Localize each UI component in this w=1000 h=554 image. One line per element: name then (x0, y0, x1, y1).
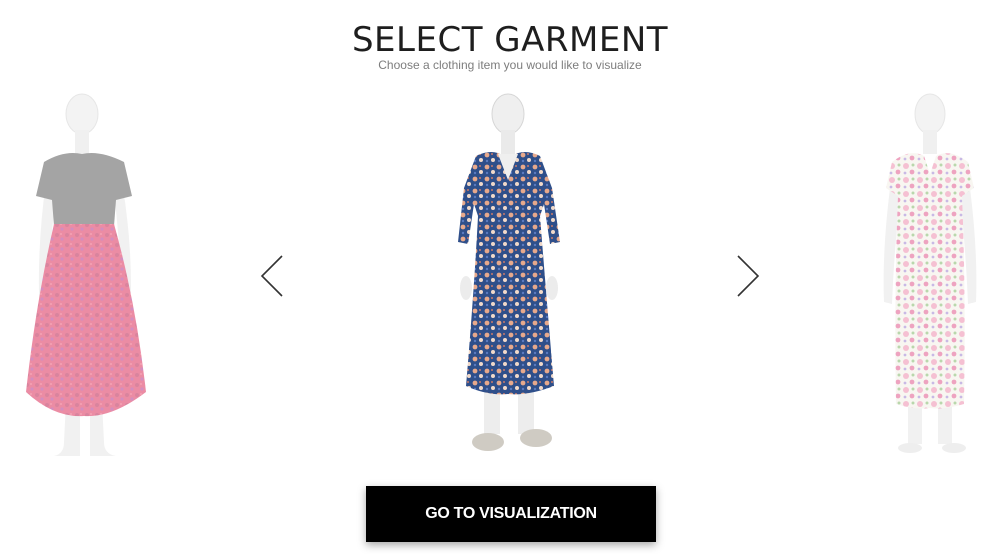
page-title: SELECT GARMENT (351, 20, 669, 60)
chevron-left-icon (260, 255, 283, 297)
garment-selected-image (458, 93, 560, 451)
garment-selection-page: SELECT GARMENT Choose a clothing item yo… (0, 0, 1000, 554)
page-subtitle: Choose a clothing item you would like to… (378, 58, 642, 72)
go-to-visualization-button[interactable]: GO TO VISUALIZATION (366, 486, 656, 542)
chevron-right-icon (737, 255, 760, 297)
next-garment-button[interactable] (728, 246, 768, 306)
garment-next[interactable] (874, 92, 984, 462)
page-header: SELECT GARMENT Choose a clothing item yo… (0, 20, 1000, 72)
previous-garment-button[interactable] (252, 246, 292, 306)
garment-selected[interactable] (448, 92, 568, 462)
garment-next-image (883, 93, 977, 453)
garment-previous[interactable] (24, 92, 154, 462)
garment-previous-image (26, 93, 146, 456)
